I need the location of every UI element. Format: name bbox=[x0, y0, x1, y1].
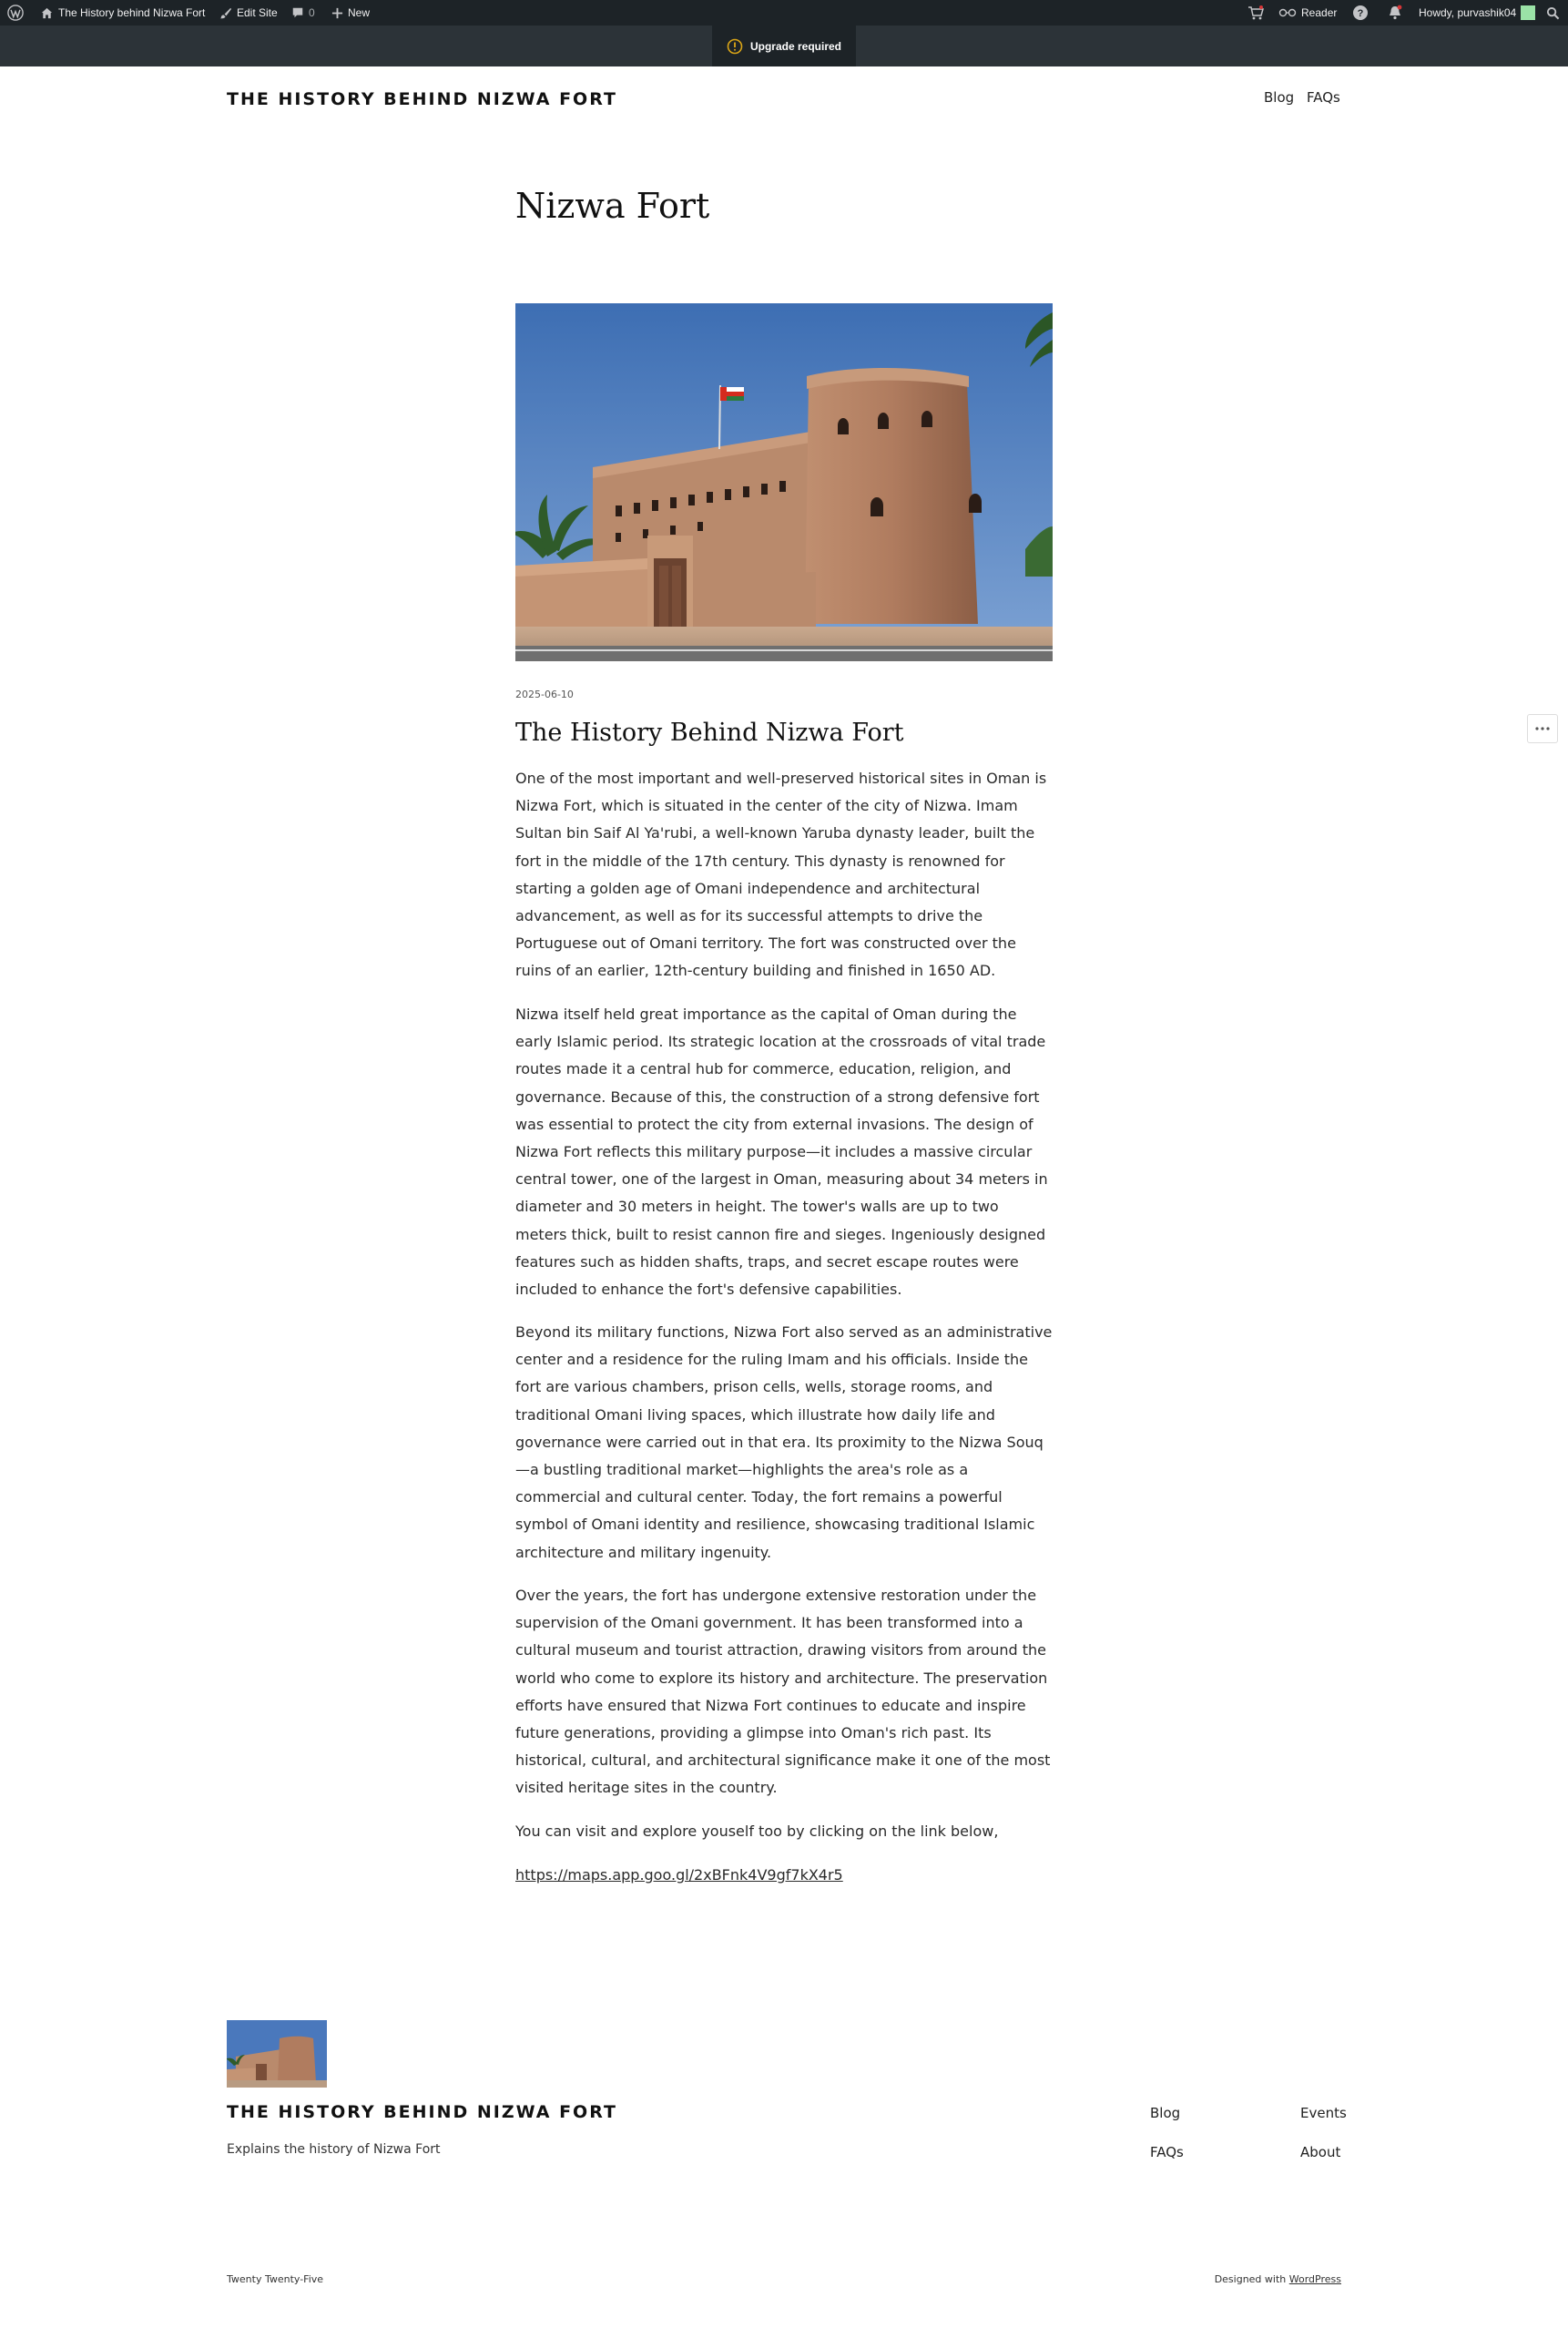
cart-icon bbox=[1248, 5, 1264, 20]
help-icon: ? bbox=[1353, 5, 1368, 20]
home-icon bbox=[41, 7, 53, 18]
body-paragraph: You can visit and explore youself too by… bbox=[515, 1823, 999, 1840]
body-paragraph: One of the most important and well-prese… bbox=[515, 770, 1047, 980]
account-link[interactable]: Howdy, purvashik04 bbox=[1419, 0, 1536, 26]
nav-item-blog[interactable]: Blog bbox=[1264, 89, 1294, 106]
svg-text:?: ? bbox=[1358, 8, 1364, 19]
body-paragraph: Nizwa itself held great importance as th… bbox=[515, 1006, 1048, 1299]
comments-link[interactable]: 0 bbox=[291, 0, 315, 26]
body-paragraph: Beyond its military functions, Nizwa For… bbox=[515, 1323, 1053, 1561]
footer-site-title[interactable]: THE HISTORY BEHIND NIZWA FORT bbox=[227, 2102, 617, 2122]
admin-bar: The History behind Nizwa Fort Edit Site … bbox=[0, 0, 1568, 26]
bell-icon bbox=[1390, 5, 1402, 20]
ellipsis-icon bbox=[1535, 727, 1550, 730]
theme-credit: Twenty Twenty-Five bbox=[227, 2273, 324, 2285]
comment-icon bbox=[292, 7, 303, 18]
body-paragraph: Over the years, the fort has undergone e… bbox=[515, 1587, 1051, 1797]
cart-link[interactable] bbox=[1247, 0, 1264, 26]
page-title: Nizwa Fort bbox=[515, 186, 710, 226]
admin-site-name: The History behind Nizwa Fort bbox=[58, 6, 206, 19]
footer-logo-image[interactable] bbox=[227, 2020, 327, 2088]
search-link[interactable] bbox=[1546, 0, 1560, 26]
reader-label: Reader bbox=[1301, 6, 1338, 19]
reader-glasses-icon bbox=[1278, 8, 1297, 17]
warning-icon bbox=[727, 38, 743, 54]
edit-site-link[interactable]: Edit Site bbox=[219, 0, 278, 26]
post-heading: The History Behind Nizwa Fort bbox=[515, 719, 904, 747]
designed-with-label: Designed with bbox=[1214, 2273, 1287, 2285]
search-icon bbox=[1546, 6, 1560, 19]
footer-nav-about[interactable]: About bbox=[1300, 2144, 1340, 2160]
post-date: 2025-06-10 bbox=[515, 689, 574, 700]
footer-tagline: Explains the history of Nizwa Fort bbox=[227, 2142, 441, 2157]
plus-icon bbox=[331, 7, 343, 18]
footer-nav-blog[interactable]: Blog bbox=[1150, 2105, 1180, 2121]
avatar bbox=[1521, 5, 1536, 20]
upgrade-required-button[interactable]: Upgrade required bbox=[712, 26, 856, 66]
footer-nav-faqs[interactable]: FAQs bbox=[1150, 2144, 1184, 2160]
help-link[interactable]: ? bbox=[1352, 0, 1369, 26]
notifications-link[interactable] bbox=[1388, 0, 1402, 26]
map-link[interactable]: https://maps.app.goo.gl/2xBFnk4V9gf7kX4r… bbox=[515, 1862, 843, 1889]
edit-site-label: Edit Site bbox=[237, 6, 278, 19]
nav-item-faqs[interactable]: FAQs bbox=[1307, 89, 1340, 106]
more-options-button[interactable] bbox=[1527, 714, 1558, 743]
howdy-greeting: Howdy, purvashik04 bbox=[1419, 6, 1517, 19]
comments-count: 0 bbox=[309, 6, 315, 19]
new-label: New bbox=[348, 6, 371, 19]
reader-link[interactable]: Reader bbox=[1278, 0, 1337, 26]
brush-icon bbox=[219, 7, 232, 18]
featured-image bbox=[515, 303, 1053, 661]
wordpress-logo-icon[interactable] bbox=[7, 0, 24, 26]
site-title[interactable]: THE HISTORY BEHIND NIZWA FORT bbox=[227, 89, 617, 109]
new-content-link[interactable]: New bbox=[331, 0, 370, 26]
wordpress-link[interactable]: WordPress bbox=[1289, 2273, 1341, 2285]
footer-nav-events[interactable]: Events bbox=[1300, 2105, 1347, 2121]
designed-with-credit: Designed with WordPress bbox=[1215, 2273, 1341, 2285]
admin-site-name-link[interactable]: The History behind Nizwa Fort bbox=[40, 0, 205, 26]
upgrade-label: Upgrade required bbox=[749, 39, 842, 53]
